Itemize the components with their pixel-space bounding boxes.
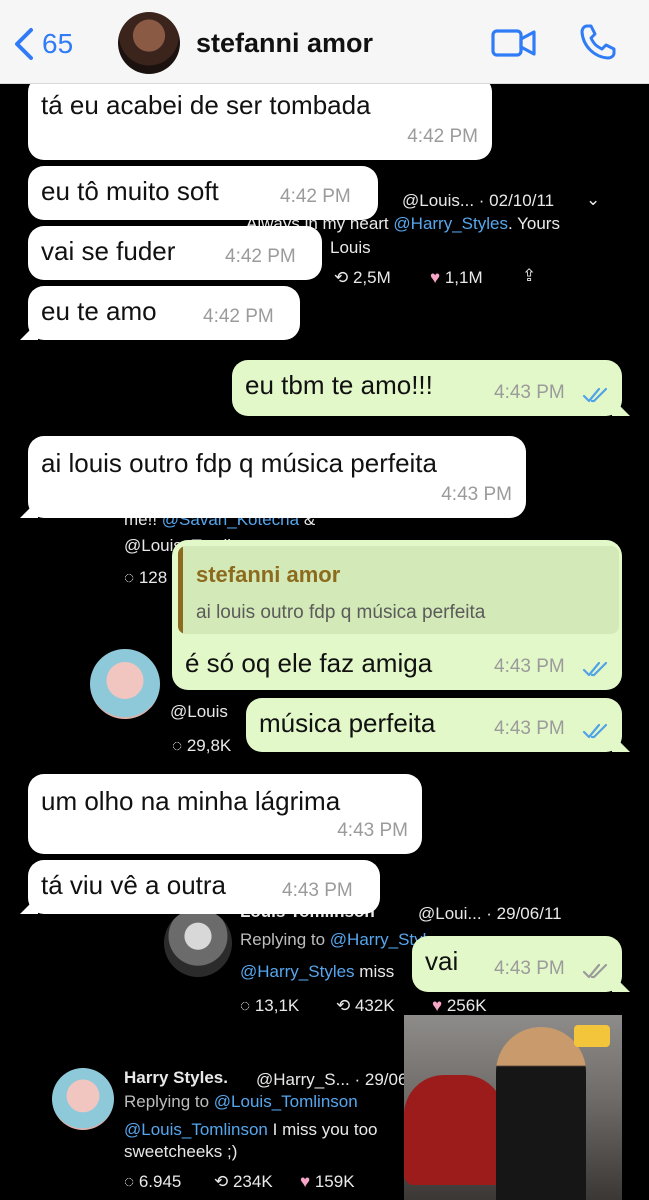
message-incoming[interactable]: vai se fuder 4:42 PM <box>28 226 322 280</box>
message-incoming[interactable]: ai louis outro fdp q música perfeita 4:4… <box>28 436 526 518</box>
contact-name[interactable]: stefanni amor <box>196 28 373 59</box>
message-outgoing[interactable]: vai 4:43 PM <box>412 936 622 992</box>
reply-count: ◌ 13,1K <box>240 996 300 1015</box>
sticker-photo <box>404 1015 622 1200</box>
tweet-header: @Harry_S... · 29/06 <box>256 1070 408 1089</box>
back-button[interactable]: 65 <box>12 24 73 64</box>
read-receipt-icon <box>582 723 608 739</box>
phone-call-icon[interactable] <box>578 22 618 62</box>
message-outgoing-reply[interactable]: stefanni amor ai louis outro fdp q músic… <box>172 540 622 690</box>
like-count: ♥ 1,1M <box>430 268 483 287</box>
chevron-left-icon <box>15 28 33 60</box>
message-incoming[interactable]: tá eu acabei de ser tombada 4:42 PM <box>28 76 492 160</box>
message-incoming[interactable]: eu tô muito soft 4:42 PM <box>28 166 378 220</box>
tweet-avatar <box>90 649 160 719</box>
unread-count: 65 <box>42 28 74 59</box>
read-receipt-icon <box>582 661 608 677</box>
tweet-header: @Loui... · 29/06/11 <box>418 904 562 923</box>
share-icon: ⇪ <box>522 266 537 285</box>
tweet-author: Harry Styles. <box>124 1068 228 1087</box>
tweet-text: sweetcheeks ;) <box>124 1142 238 1161</box>
read-receipt-icon <box>582 387 608 403</box>
like-count: ♥ 256K <box>432 996 487 1015</box>
tweet-avatar <box>164 909 232 977</box>
chevron-down-icon: ⌄ <box>586 190 601 209</box>
like-count: ♥ 159K <box>300 1172 355 1191</box>
message-incoming[interactable]: tá viu vê a outra 4:43 PM <box>28 860 380 914</box>
retweet-count: ⟲ 432K <box>336 996 395 1015</box>
reply-count: ◌ 128 <box>124 568 168 587</box>
reply-count: ◌ 29,8K <box>172 736 232 755</box>
retweet-count: ⟲ 2,5M <box>334 268 391 287</box>
reply-count: ◌ 6.945 <box>124 1172 182 1191</box>
tweet-text: @Louis_Tomlinson I miss you too <box>124 1120 378 1139</box>
message-incoming[interactable]: eu te amo 4:42 PM <box>28 286 300 340</box>
chat-header: 65 stefanni amor <box>0 0 649 84</box>
contact-avatar[interactable] <box>118 12 180 74</box>
message-incoming[interactable]: um olho na minha lágrima 4:43 PM <box>28 774 422 854</box>
tweet-handle: @Louis <box>170 702 228 721</box>
tweet-text: @Harry_Styles miss <box>240 962 395 981</box>
delivered-receipt-icon <box>582 963 608 979</box>
message-outgoing[interactable]: eu tbm te amo!!! 4:43 PM <box>232 360 622 416</box>
tweet-reply-context: Replying to @Louis_Tomlinson <box>124 1092 358 1111</box>
retweet-count: ⟲ 234K <box>214 1172 273 1191</box>
video-call-icon[interactable] <box>490 24 538 62</box>
tweet-text: Louis <box>330 238 371 257</box>
tweet-avatar <box>52 1068 114 1130</box>
tweet-header: @Louis... · 02/10/11 <box>402 191 555 210</box>
message-outgoing[interactable]: música perfeita 4:43 PM <box>246 698 622 752</box>
quoted-message[interactable]: stefanni amor ai louis outro fdp q músic… <box>178 546 619 634</box>
